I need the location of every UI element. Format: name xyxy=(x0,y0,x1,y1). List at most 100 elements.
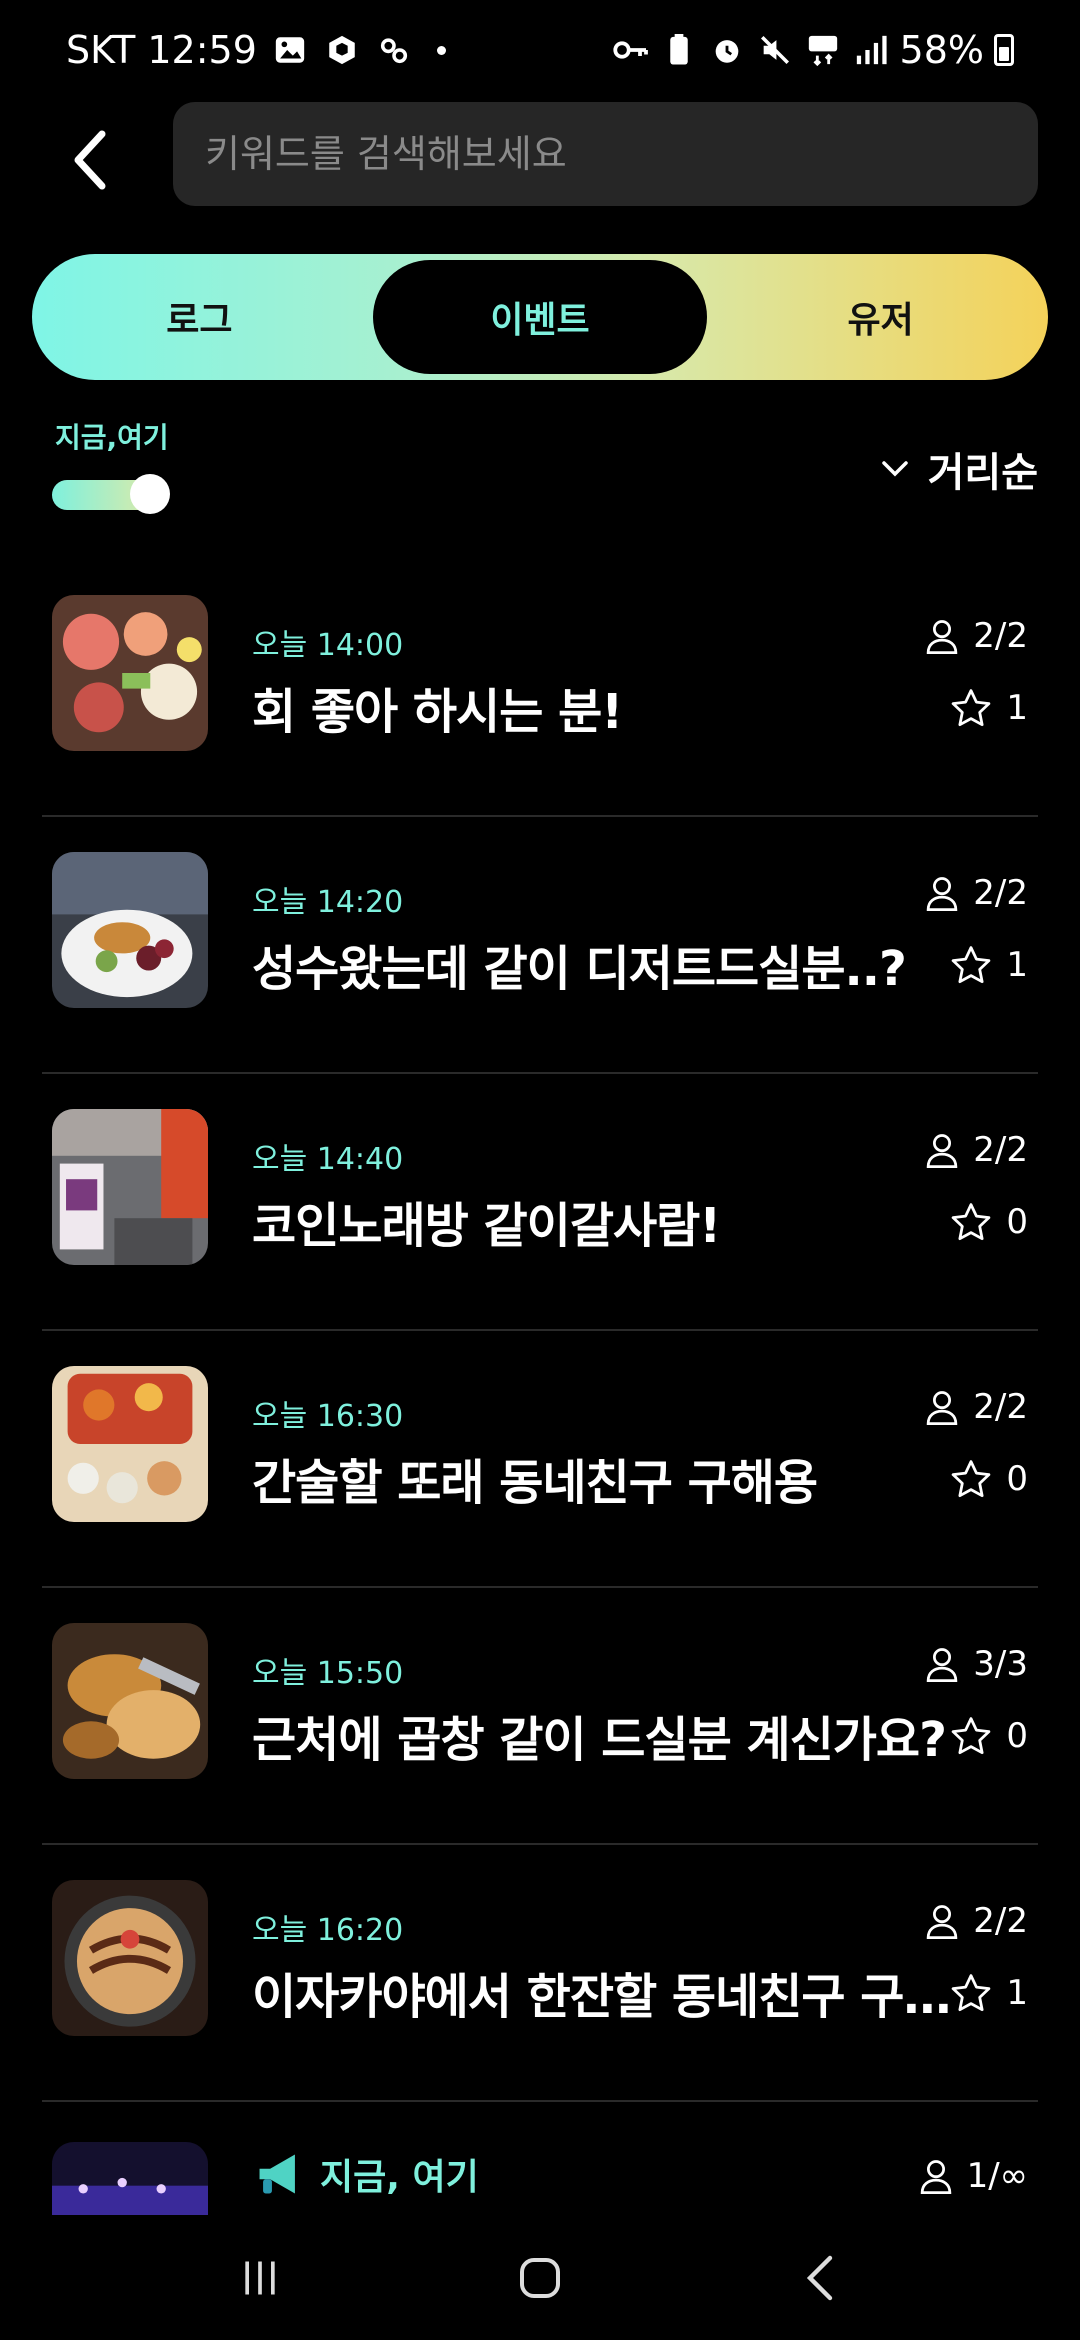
now-here-toggle[interactable] xyxy=(52,474,170,514)
event-title: 성수왔는데 같이 디저트드실분..? xyxy=(252,941,907,997)
battery-icon xyxy=(994,34,1014,66)
signal-icon xyxy=(852,31,890,69)
participants-value: 2/2 xyxy=(973,1901,1028,1941)
likes-count[interactable]: 0 xyxy=(950,1459,1028,1499)
list-item[interactable]: 오늘 15:50 근처에 곱창 같이 드실분 계신가요? 3/3 0 xyxy=(42,1588,1038,1845)
participants-value: 2/2 xyxy=(973,616,1028,656)
person-icon xyxy=(920,2160,951,2194)
star-icon xyxy=(952,1203,991,1241)
event-title: 근처에 곱창 같이 드실분 계신가요? xyxy=(252,1712,947,1768)
list-item[interactable]: 오늘 14:00 회 좋아 하시는 분! 2/2 1 xyxy=(42,560,1038,817)
tab-user[interactable]: 유저 xyxy=(713,254,1048,380)
star-icon xyxy=(952,689,991,727)
likes-count[interactable]: 1 xyxy=(950,945,1028,985)
gallery-icon xyxy=(271,31,309,69)
event-thumbnail-night xyxy=(52,2142,208,2220)
person-icon xyxy=(927,1648,958,1682)
likes-count[interactable]: 0 xyxy=(950,1202,1028,1242)
tab-event[interactable]: 이벤트 xyxy=(372,260,708,374)
now-here-tag: 지금, 여기 xyxy=(252,2148,479,2200)
search-box[interactable] xyxy=(173,102,1038,206)
likes-value: 1 xyxy=(1006,1973,1028,2013)
megaphone-icon xyxy=(259,2154,295,2194)
alarm-icon xyxy=(708,31,746,69)
status-bar: SKT 12:59 58% xyxy=(0,0,1080,100)
star-icon xyxy=(952,1717,991,1755)
now-here-tag-label: 지금, 여기 xyxy=(320,2157,479,2198)
link-icon xyxy=(375,31,413,69)
participants-value: 1/∞ xyxy=(966,2156,1028,2196)
event-thumbnail-food xyxy=(52,1366,208,1522)
recent-apps-icon xyxy=(245,2261,275,2294)
back-arrow-icon xyxy=(806,2255,833,2300)
event-time: 오늘 16:30 xyxy=(252,1399,404,1434)
sort-label: 거리순 xyxy=(927,450,1038,496)
participants-value: 2/2 xyxy=(973,1387,1028,1427)
likes-value: 0 xyxy=(1006,1202,1028,1242)
system-nav-bar xyxy=(0,2215,1080,2340)
tab-log[interactable]: 로그 xyxy=(32,254,367,380)
event-thumbnail-sashimi xyxy=(52,595,208,751)
star-icon xyxy=(952,1974,991,2012)
person-icon xyxy=(927,1905,958,1939)
likes-count[interactable]: 1 xyxy=(950,1973,1028,2013)
event-thumbnail-karaoke xyxy=(52,1109,208,1265)
participants-count: 2/2 xyxy=(925,1130,1028,1170)
event-time: 오늘 16:20 xyxy=(252,1913,404,1948)
now-here-label: 지금,여기 xyxy=(55,421,169,454)
star-icon xyxy=(952,946,991,984)
chevron-down-icon xyxy=(881,461,908,477)
event-thumbnail-dessert xyxy=(52,852,208,1008)
system-back-button[interactable] xyxy=(760,2238,880,2318)
event-title: 코인노래방 같이갈사람! xyxy=(252,1198,721,1254)
battery-percent: 58% xyxy=(899,28,984,72)
person-icon xyxy=(927,877,958,911)
list-item[interactable]: 오늘 16:30 간술할 또래 동네친구 구해용 2/2 0 xyxy=(42,1331,1038,1588)
participants-count: 2/2 xyxy=(925,616,1028,656)
battery-saver-icon xyxy=(660,31,698,69)
participants-count: 3/3 xyxy=(925,1644,1028,1684)
person-icon xyxy=(927,620,958,654)
person-icon xyxy=(927,1391,958,1425)
star-icon xyxy=(952,1460,991,1498)
participants-count: 2/2 xyxy=(925,873,1028,913)
likes-value: 0 xyxy=(1006,1459,1028,1499)
5g-icon xyxy=(804,31,842,69)
event-time: 오늘 14:40 xyxy=(252,1142,404,1177)
likes-value: 0 xyxy=(1006,1716,1028,1756)
home-button[interactable] xyxy=(480,2238,600,2318)
back-button[interactable] xyxy=(50,120,130,200)
likes-value: 1 xyxy=(1006,688,1028,728)
list-item-partial[interactable]: 지금, 여기 1/∞ xyxy=(42,2130,1038,2220)
list-item[interactable]: 오늘 14:40 코인노래방 같이갈사람! 2/2 0 xyxy=(42,1074,1038,1331)
carrier-time: SKT 12:59 xyxy=(66,28,257,72)
mute-icon xyxy=(756,31,794,69)
participants-value: 3/3 xyxy=(973,1644,1028,1684)
chevron-left-icon xyxy=(74,130,106,190)
box-icon xyxy=(323,31,361,69)
sort-dropdown[interactable]: 거리순 xyxy=(880,440,1038,498)
event-list: 오늘 14:00 회 좋아 하시는 분! 2/2 1 오늘 14:20 성수왔는… xyxy=(0,560,1080,2102)
key-icon xyxy=(612,31,650,69)
participants-count: 2/2 xyxy=(925,1901,1028,1941)
notification-dot-icon xyxy=(436,45,446,55)
toggle-knob xyxy=(130,474,170,514)
list-item[interactable]: 오늘 14:20 성수왔는데 같이 디저트드실분..? 2/2 1 xyxy=(42,817,1038,1074)
event-thumbnail-izakaya xyxy=(52,1880,208,2036)
event-title: 간술할 또래 동네친구 구해용 xyxy=(252,1455,818,1511)
search-input[interactable] xyxy=(205,132,1038,176)
likes-value: 1 xyxy=(1006,945,1028,985)
likes-count[interactable]: 1 xyxy=(950,688,1028,728)
participants-value: 2/2 xyxy=(973,1130,1028,1170)
event-title: 이자카야에서 한잔할 동네친구 구… xyxy=(252,1969,951,2025)
event-time: 오늘 14:20 xyxy=(252,885,404,920)
participants-count: 1/∞ xyxy=(919,2156,1028,2196)
list-item[interactable]: 오늘 16:20 이자카야에서 한잔할 동네친구 구… 2/2 1 xyxy=(42,1845,1038,2102)
likes-count[interactable]: 0 xyxy=(950,1716,1028,1756)
event-time: 오늘 15:50 xyxy=(252,1656,404,1691)
home-icon xyxy=(520,2257,560,2298)
recent-apps-button[interactable] xyxy=(200,2238,320,2318)
participants-count: 2/2 xyxy=(925,1387,1028,1427)
participants-value: 2/2 xyxy=(973,873,1028,913)
person-icon xyxy=(927,1134,958,1168)
